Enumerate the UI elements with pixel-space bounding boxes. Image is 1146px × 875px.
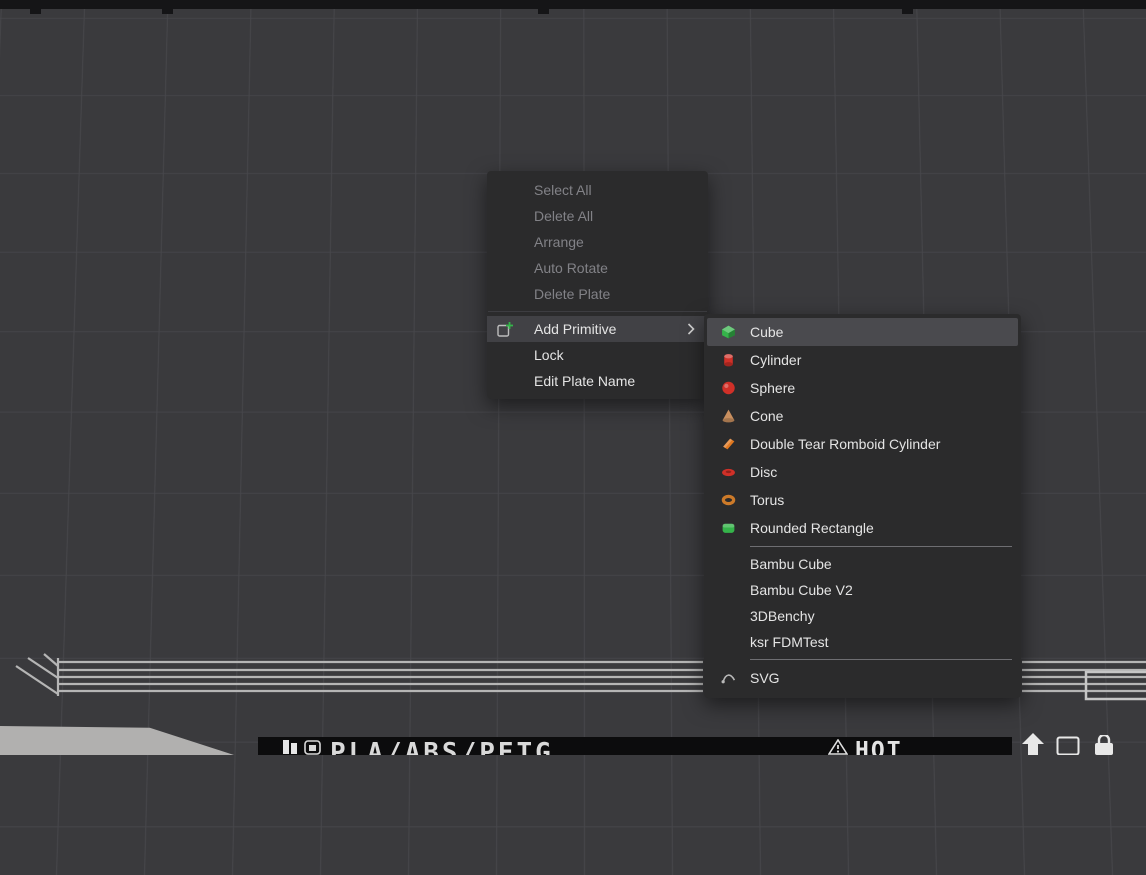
submenu-item-svg[interactable]: SVG bbox=[707, 664, 1018, 692]
submenu-item-bambu-cube-v2[interactable]: Bambu Cube V2 bbox=[707, 577, 1018, 603]
cube-icon bbox=[721, 325, 736, 340]
menu-item-delete-plate: Delete Plate bbox=[487, 281, 708, 307]
submenu-item-label: Sphere bbox=[750, 380, 795, 396]
plate-lock-icon[interactable] bbox=[1092, 735, 1116, 755]
plate-clip bbox=[902, 9, 913, 14]
submenu-item-cone[interactable]: Cone bbox=[707, 402, 1018, 430]
submenu-item-bambu-cube[interactable]: Bambu Cube bbox=[707, 551, 1018, 577]
submenu-item-label: ksr FDMTest bbox=[750, 634, 829, 650]
torus-icon bbox=[721, 493, 736, 508]
submenu-item-cylinder[interactable]: Cylinder bbox=[707, 346, 1018, 374]
menu-item-label: Edit Plate Name bbox=[534, 373, 635, 389]
menu-separator bbox=[488, 311, 707, 312]
submenu-item-disc[interactable]: Disc bbox=[707, 458, 1018, 486]
submenu-item-cube[interactable]: Cube bbox=[707, 318, 1018, 346]
add-primitive-submenu: Cube Cylinder Sphere Cone Double bbox=[704, 314, 1021, 698]
submenu-item-label: Bambu Cube bbox=[750, 556, 832, 572]
plate-clip bbox=[538, 9, 549, 14]
plate-context-menu: Select All Delete All Arrange Auto Rotat… bbox=[487, 171, 708, 399]
menu-item-arrange: Arrange bbox=[487, 229, 708, 255]
menu-item-label: Add Primitive bbox=[534, 321, 616, 337]
submenu-item-label: SVG bbox=[750, 670, 780, 686]
menu-item-label: Select All bbox=[534, 182, 592, 198]
plate-settings-icon[interactable] bbox=[1056, 736, 1080, 755]
submenu-item-label: 3DBenchy bbox=[750, 608, 815, 624]
plate-top-edge bbox=[0, 0, 1146, 9]
submenu-item-double-tear-romboid-cylinder[interactable]: Double Tear Romboid Cylinder bbox=[707, 430, 1018, 458]
submenu-item-label: Double Tear Romboid Cylinder bbox=[750, 436, 940, 452]
bambu-logo-icon bbox=[282, 740, 298, 754]
double-tear-romboid-cylinder-icon bbox=[721, 437, 736, 452]
add-primitive-icon bbox=[497, 321, 514, 338]
hot-warning-icon bbox=[828, 739, 848, 755]
plate-material-bar[interactable]: PLA/ABS/PETG HOT bbox=[258, 737, 1012, 755]
menu-item-label: Delete All bbox=[534, 208, 593, 224]
cylinder-icon bbox=[721, 353, 736, 368]
bambu-studio-window: { "context_menu": { "disabled": ["Select… bbox=[0, 0, 1146, 755]
submenu-item-label: Rounded Rectangle bbox=[750, 520, 874, 536]
move-plate-up-icon[interactable] bbox=[1020, 733, 1046, 755]
submenu-item-label: Cube bbox=[750, 324, 783, 340]
menu-item-label: Lock bbox=[534, 347, 564, 363]
menu-item-delete-all: Delete All bbox=[487, 203, 708, 229]
submenu-item-ksr-fdmtest[interactable]: ksr FDMTest bbox=[707, 629, 1018, 655]
submenu-item-label: Torus bbox=[750, 492, 784, 508]
menu-item-select-all: Select All bbox=[487, 177, 708, 203]
cone-icon bbox=[721, 409, 736, 424]
submenu-item-label: Bambu Cube V2 bbox=[750, 582, 853, 598]
submenu-item-label: Disc bbox=[750, 464, 777, 480]
menu-item-add-primitive[interactable]: Add Primitive bbox=[487, 316, 708, 342]
hot-label: HOT bbox=[855, 738, 903, 755]
submenu-separator bbox=[750, 659, 1012, 660]
menu-item-auto-rotate: Auto Rotate bbox=[487, 255, 708, 281]
plate-clip bbox=[162, 9, 173, 14]
rounded-rectangle-icon bbox=[721, 521, 736, 536]
submenu-item-torus[interactable]: Torus bbox=[707, 486, 1018, 514]
plate-clip bbox=[30, 9, 41, 14]
submenu-separator bbox=[750, 546, 1012, 547]
menu-item-lock[interactable]: Lock bbox=[487, 342, 708, 368]
sphere-icon bbox=[721, 381, 736, 396]
plate-type-icon bbox=[304, 740, 321, 755]
submenu-item-label: Cone bbox=[750, 408, 783, 424]
submenu-item-3dbenchy[interactable]: 3DBenchy bbox=[707, 603, 1018, 629]
submenu-item-rounded-rectangle[interactable]: Rounded Rectangle bbox=[707, 514, 1018, 542]
svg-curve-icon bbox=[721, 671, 736, 686]
submenu-item-label: Cylinder bbox=[750, 352, 801, 368]
menu-item-label: Auto Rotate bbox=[534, 260, 608, 276]
chevron-right-icon bbox=[687, 323, 695, 335]
disc-icon bbox=[721, 465, 736, 480]
menu-item-label: Arrange bbox=[534, 234, 584, 250]
menu-item-edit-plate-name[interactable]: Edit Plate Name bbox=[487, 368, 708, 394]
plate-material-label: PLA/ABS/PETG bbox=[330, 738, 554, 755]
submenu-item-sphere[interactable]: Sphere bbox=[707, 374, 1018, 402]
menu-item-label: Delete Plate bbox=[534, 286, 610, 302]
